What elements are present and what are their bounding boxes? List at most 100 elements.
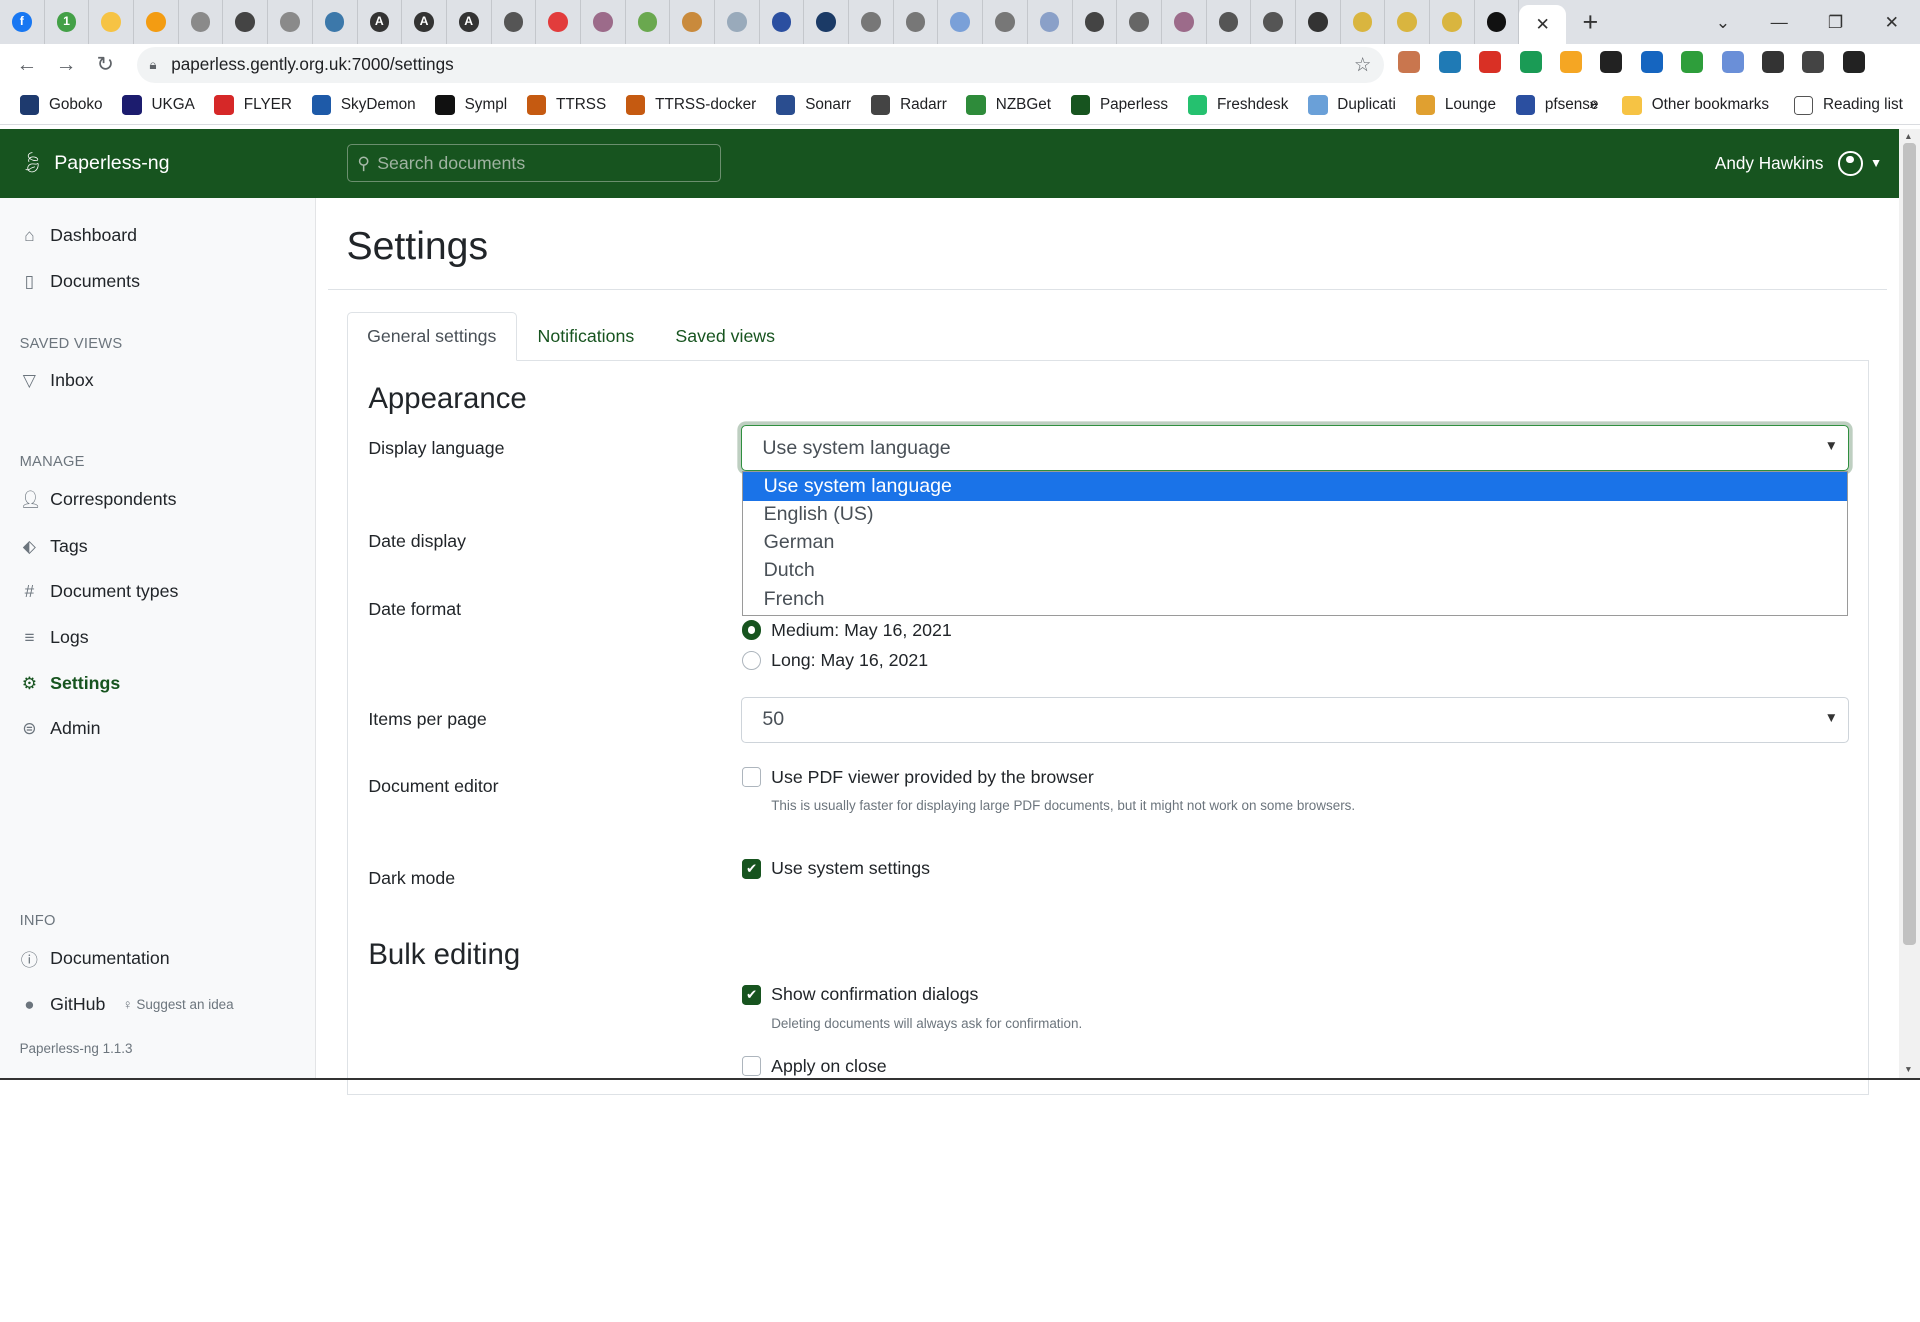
sidebar-item-dashboard[interactable]: ⌂ Dashboard — [20, 220, 137, 249]
browser-tab[interactable] — [179, 0, 224, 45]
scroll-up-icon[interactable]: ▲ — [1904, 131, 1912, 141]
sidebar-item-settings[interactable]: ⚙ Settings — [20, 669, 121, 698]
forward-icon[interactable]: → — [47, 53, 86, 77]
lock-icon[interactable]: 🔒︎ — [149, 57, 156, 73]
browser-tab[interactable] — [894, 0, 939, 45]
extension-icon[interactable] — [1842, 51, 1865, 74]
extension-icon[interactable] — [1721, 51, 1744, 74]
browser-tab[interactable] — [1475, 0, 1520, 45]
bookmark-item[interactable]: Goboko — [19, 95, 103, 115]
browser-tab[interactable] — [223, 0, 269, 45]
bookmark-item[interactable]: UKGA — [122, 95, 195, 115]
extension-icon[interactable] — [1479, 51, 1502, 74]
extension-icon[interactable] — [1761, 51, 1784, 74]
sidebar-item-documents[interactable]: ▯ Documents — [20, 267, 140, 296]
browser-tab[interactable] — [983, 0, 1028, 45]
extension-icon[interactable] — [1559, 51, 1582, 74]
browser-tab[interactable] — [1341, 0, 1386, 45]
pdf-viewer-option[interactable]: Use PDF viewer provided by the browser — [741, 767, 1094, 788]
display-language-select[interactable]: Use system language ▼ — [740, 424, 1849, 472]
tab-search-icon[interactable]: ⌄ — [1695, 12, 1751, 33]
browser-tab[interactable] — [492, 0, 537, 45]
browser-tab[interactable] — [1117, 0, 1162, 45]
browser-tab[interactable] — [1385, 0, 1430, 45]
bookmark-item[interactable]: Lounge — [1415, 95, 1496, 115]
browser-tab[interactable] — [313, 0, 358, 45]
language-option[interactable]: Dutch — [743, 557, 1847, 585]
restore-icon[interactable]: ❐ — [1807, 12, 1863, 33]
address-bar[interactable]: 🔒︎ paperless.gently.org.uk:7000/settings… — [137, 46, 1384, 84]
suggest-idea-link[interactable]: ♀︎ Suggest an idea — [123, 997, 234, 1012]
bookmark-item[interactable]: Radarr — [870, 95, 947, 115]
apply-on-close-option[interactable]: Apply on close — [741, 1056, 887, 1077]
scroll-down-icon[interactable]: ▼ — [1904, 1064, 1912, 1074]
browser-tab[interactable] — [1162, 0, 1207, 45]
extension-icon[interactable] — [1600, 51, 1623, 74]
radio-button[interactable] — [741, 620, 762, 640]
sidebar-item-correspondents[interactable]: 👤︎ Correspondents — [20, 485, 177, 514]
sidebar-item-inbox[interactable]: ▽ Inbox — [20, 366, 94, 395]
browser-tab[interactable] — [1028, 0, 1073, 45]
back-icon[interactable]: ← — [7, 53, 46, 77]
browser-tab[interactable] — [1073, 0, 1118, 45]
active-tab[interactable]: ✕ — [1519, 4, 1566, 45]
scrollbar-thumb[interactable] — [1902, 143, 1917, 946]
sidebar-item-logs[interactable]: ≡ Logs — [20, 623, 88, 652]
checkbox-checked[interactable]: ✔ — [741, 985, 762, 1005]
checkbox[interactable] — [741, 767, 762, 787]
browser-tab[interactable] — [1207, 0, 1252, 45]
bookmark-item[interactable]: Paperless — [1070, 95, 1168, 115]
sidebar-item-tags[interactable]: ⬖ Tags — [20, 531, 88, 560]
browser-tab[interactable] — [626, 0, 671, 45]
bookmark-star-icon[interactable]: ☆ — [1354, 53, 1372, 77]
browser-tab[interactable] — [581, 0, 626, 45]
bookmark-item[interactable]: Duplicati — [1307, 95, 1396, 115]
browser-tab[interactable] — [804, 0, 850, 45]
bookmark-item[interactable]: TTRSS — [526, 95, 606, 115]
browser-tab[interactable] — [89, 0, 135, 45]
browser-tab[interactable] — [849, 0, 894, 45]
show-confirmation-option[interactable]: ✔ Show confirmation dialogs — [741, 984, 978, 1005]
browser-tab[interactable]: A — [358, 0, 403, 45]
items-per-page-select[interactable]: 50 ▼ — [740, 696, 1849, 744]
sidebar-item-github[interactable]: ● GitHub ♀︎ Suggest an idea — [20, 989, 234, 1018]
bookmarks-overflow[interactable]: » — [1589, 96, 1598, 114]
language-option[interactable]: English (US) — [743, 501, 1847, 529]
tab-saved-views[interactable]: Saved views — [655, 312, 796, 361]
new-tab-icon[interactable]: + — [1566, 7, 1615, 38]
page-scrollbar[interactable]: ▲ ▼ — [1899, 128, 1920, 1078]
checkbox-checked[interactable]: ✔ — [741, 859, 762, 879]
brand-link[interactable]: 🍃︎ Paperless-ng — [20, 129, 170, 199]
extension-icon[interactable] — [1519, 51, 1542, 74]
reading-list[interactable]: Reading list — [1793, 95, 1903, 116]
reload-icon[interactable]: ↻ — [86, 52, 125, 77]
dark-mode-option[interactable]: ✔ Use system settings — [741, 858, 930, 879]
tab-general-settings[interactable]: General settings — [346, 312, 517, 362]
other-bookmarks[interactable]: Other bookmarks — [1622, 95, 1769, 116]
language-option[interactable]: French — [743, 585, 1847, 613]
language-option[interactable]: Use system language — [742, 472, 1847, 501]
bookmark-item[interactable]: SkyDemon — [311, 95, 416, 115]
language-option[interactable]: German — [743, 529, 1847, 557]
browser-tab[interactable] — [536, 0, 581, 45]
sidebar-item-admin[interactable]: ⊜ Admin — [20, 714, 100, 743]
bookmark-item[interactable]: FLYER — [214, 95, 292, 115]
extension-icon[interactable] — [1398, 51, 1421, 74]
user-menu[interactable]: Andy Hawkins ▼ — [1715, 129, 1882, 199]
bookmark-item[interactable]: Sympl — [435, 95, 507, 115]
browser-tab[interactable] — [1296, 0, 1341, 45]
browser-tab[interactable]: 1 — [45, 0, 90, 45]
search-input[interactable] — [377, 152, 708, 174]
tab-notifications[interactable]: Notifications — [517, 312, 655, 361]
extension-icon[interactable] — [1802, 51, 1825, 74]
browser-tab[interactable] — [670, 0, 715, 45]
checkbox[interactable] — [741, 1056, 762, 1076]
browser-tab[interactable]: A — [402, 0, 447, 45]
date-format-medium-option[interactable]: Medium: May 16, 2021 — [741, 620, 952, 641]
extension-icon[interactable] — [1640, 51, 1663, 74]
close-window-icon[interactable]: ✕ — [1864, 12, 1920, 33]
browser-tab[interactable] — [134, 0, 179, 45]
minimize-icon[interactable]: — — [1751, 12, 1807, 33]
sidebar-item-documentation[interactable]: ⓘ Documentation — [20, 944, 170, 973]
bookmark-item[interactable]: NZBGet — [966, 95, 1051, 115]
